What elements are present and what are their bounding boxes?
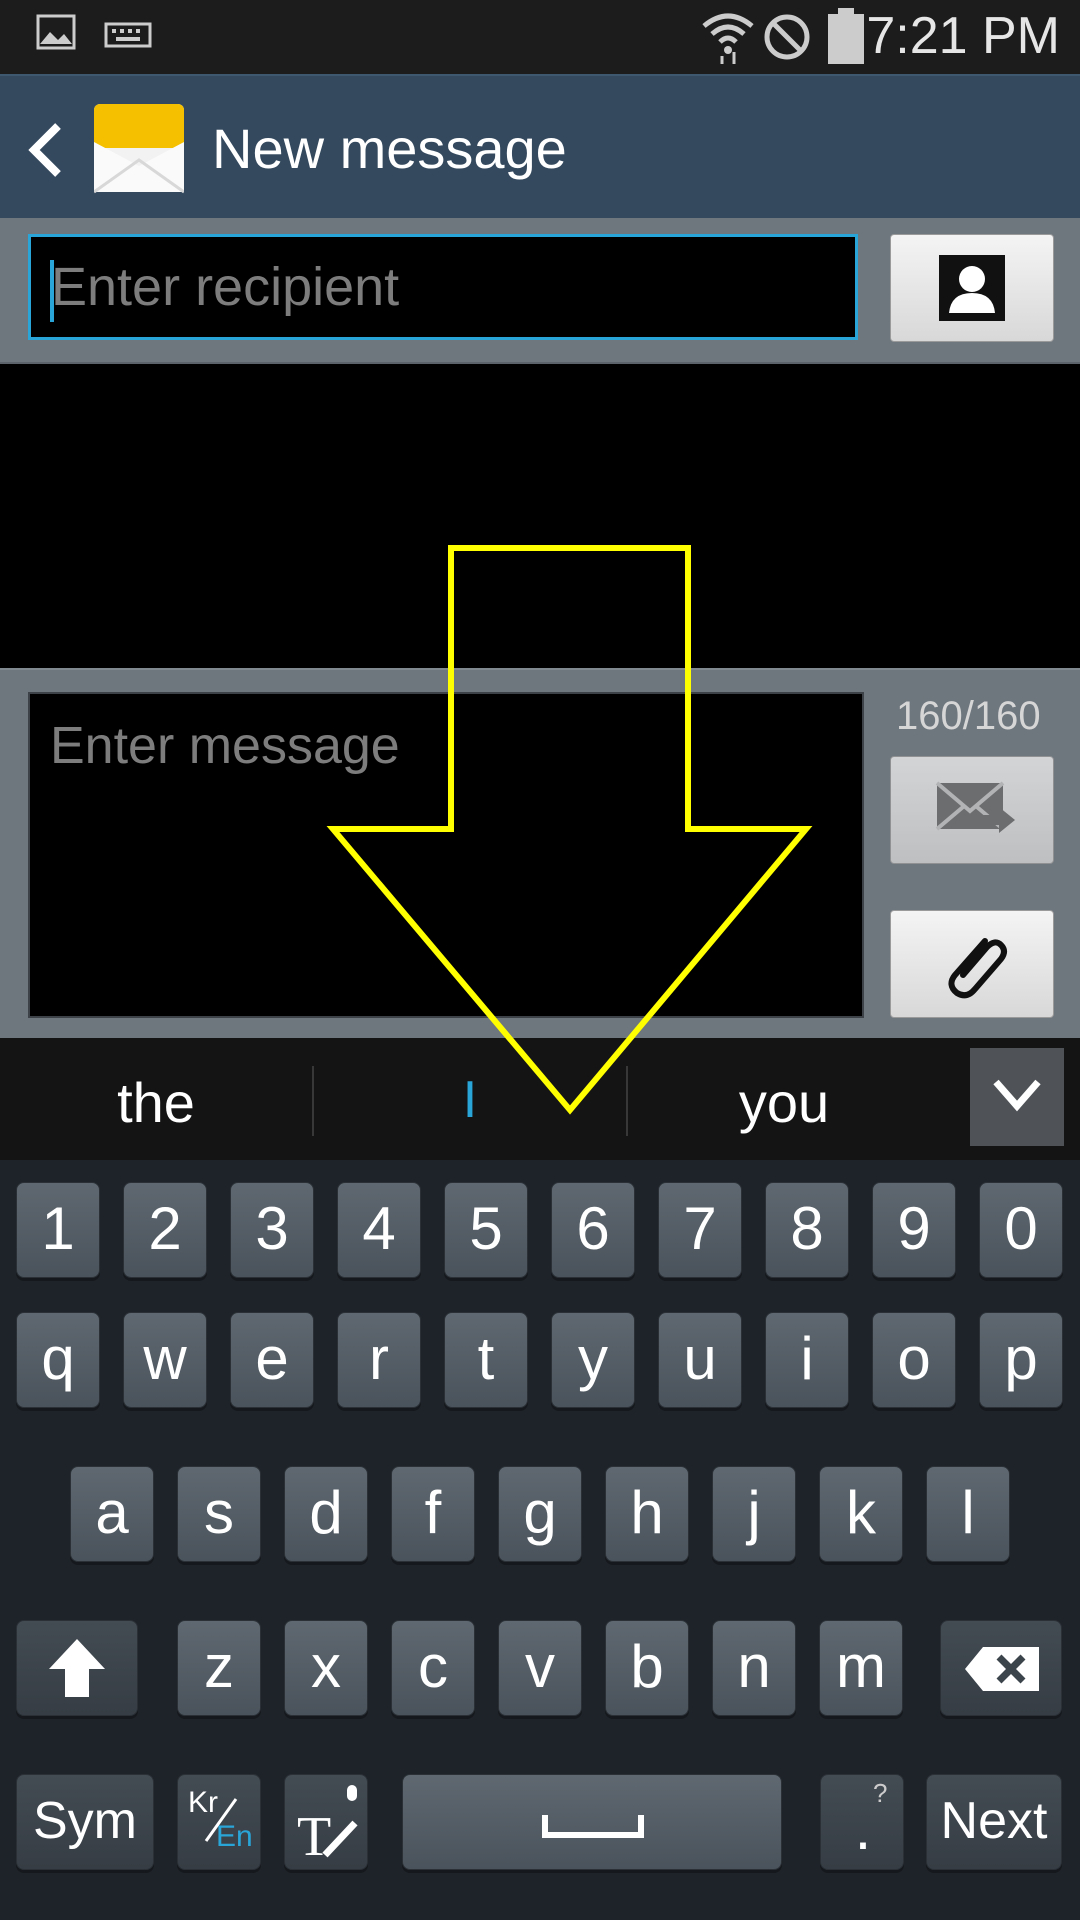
keyboard-icon — [104, 22, 152, 48]
key-1[interactable]: 1 — [16, 1182, 100, 1278]
contact-icon — [939, 255, 1005, 321]
language-slash-icon — [204, 1798, 238, 1842]
envelope-icon — [94, 104, 184, 194]
key-9[interactable]: 9 — [872, 1182, 956, 1278]
key-5[interactable]: 5 — [444, 1182, 528, 1278]
wifi-icon — [702, 13, 754, 64]
recipient-area — [0, 218, 1080, 364]
message-input[interactable] — [28, 692, 864, 1018]
key-g[interactable]: g — [498, 1466, 582, 1562]
key-k[interactable]: k — [819, 1466, 903, 1562]
status-time: 7:21 PM — [866, 7, 1060, 65]
period-key[interactable]: . ? — [820, 1774, 904, 1870]
send-button[interactable] — [890, 756, 1054, 864]
key-v[interactable]: v — [498, 1620, 582, 1716]
backspace-icon — [965, 1647, 1039, 1691]
key-f[interactable]: f — [391, 1466, 475, 1562]
sym-key[interactable]: Sym — [16, 1774, 154, 1870]
key-6[interactable]: 6 — [551, 1182, 635, 1278]
key-l[interactable]: l — [926, 1466, 1010, 1562]
collapse-suggestions-button[interactable] — [970, 1048, 1064, 1146]
key-d[interactable]: d — [284, 1466, 368, 1562]
key-7[interactable]: 7 — [658, 1182, 742, 1278]
next-key[interactable]: Next — [926, 1774, 1062, 1870]
page-title: New message — [212, 117, 567, 180]
key-y[interactable]: y — [551, 1312, 635, 1408]
key-w[interactable]: w — [123, 1312, 207, 1408]
status-bar: 7:21 PM — [0, 0, 1080, 74]
up-navigation[interactable] — [0, 76, 200, 220]
key-u[interactable]: u — [658, 1312, 742, 1408]
key-4[interactable]: 4 — [337, 1182, 421, 1278]
key-0[interactable]: 0 — [979, 1182, 1063, 1278]
key-i[interactable]: i — [765, 1312, 849, 1408]
language-key[interactable]: Kr En — [177, 1774, 261, 1870]
character-counter: 160/160 — [896, 694, 1041, 738]
key-h[interactable]: h — [605, 1466, 689, 1562]
key-b[interactable]: b — [605, 1620, 689, 1716]
recipient-input[interactable] — [28, 234, 858, 340]
do-not-disturb-icon — [764, 14, 810, 60]
attach-button[interactable] — [890, 910, 1054, 1018]
key-e[interactable]: e — [230, 1312, 314, 1408]
key-x[interactable]: x — [284, 1620, 368, 1716]
backspace-key[interactable] — [940, 1620, 1062, 1716]
soft-keyboard: 1 2 3 4 5 6 7 8 9 0 q w e r t y u i o p … — [0, 1160, 1080, 1920]
period-alt-label: ? — [873, 1778, 888, 1808]
text-tools-key[interactable]: T — [284, 1774, 368, 1870]
key-m[interactable]: m — [819, 1620, 903, 1716]
key-n[interactable]: n — [712, 1620, 796, 1716]
key-2[interactable]: 2 — [123, 1182, 207, 1278]
suggestion-strip: the I you — [0, 1038, 1080, 1162]
send-icon — [935, 781, 1015, 833]
key-o[interactable]: o — [872, 1312, 956, 1408]
suggestion-item[interactable]: I — [314, 1070, 626, 1130]
compose-area: 160/160 — [0, 668, 1080, 1040]
key-z[interactable]: z — [177, 1620, 261, 1716]
period-label: . — [854, 1795, 872, 1862]
suggestion-item[interactable]: you — [628, 1070, 940, 1135]
key-q[interactable]: q — [16, 1312, 100, 1408]
key-t[interactable]: t — [444, 1312, 528, 1408]
space-key[interactable] — [402, 1774, 782, 1870]
text-cursor — [50, 260, 54, 322]
back-icon[interactable] — [26, 122, 66, 178]
shift-arrow-icon — [49, 1639, 105, 1697]
handwriting-icon: T — [297, 1785, 358, 1863]
key-j[interactable]: j — [712, 1466, 796, 1562]
image-icon — [36, 14, 76, 50]
shift-key[interactable] — [16, 1620, 138, 1716]
chevron-down-icon — [993, 1079, 1041, 1112]
key-a[interactable]: a — [70, 1466, 154, 1562]
key-p[interactable]: p — [979, 1312, 1063, 1408]
suggestion-item[interactable]: the — [0, 1070, 312, 1135]
battery-icon — [828, 8, 864, 64]
contacts-button[interactable] — [890, 234, 1054, 342]
key-c[interactable]: c — [391, 1620, 475, 1716]
key-s[interactable]: s — [177, 1466, 261, 1562]
key-r[interactable]: r — [337, 1312, 421, 1408]
action-bar: New message — [0, 74, 1080, 220]
key-8[interactable]: 8 — [765, 1182, 849, 1278]
space-bar-icon — [542, 1815, 644, 1838]
paperclip-icon — [948, 938, 1007, 999]
key-3[interactable]: 3 — [230, 1182, 314, 1278]
